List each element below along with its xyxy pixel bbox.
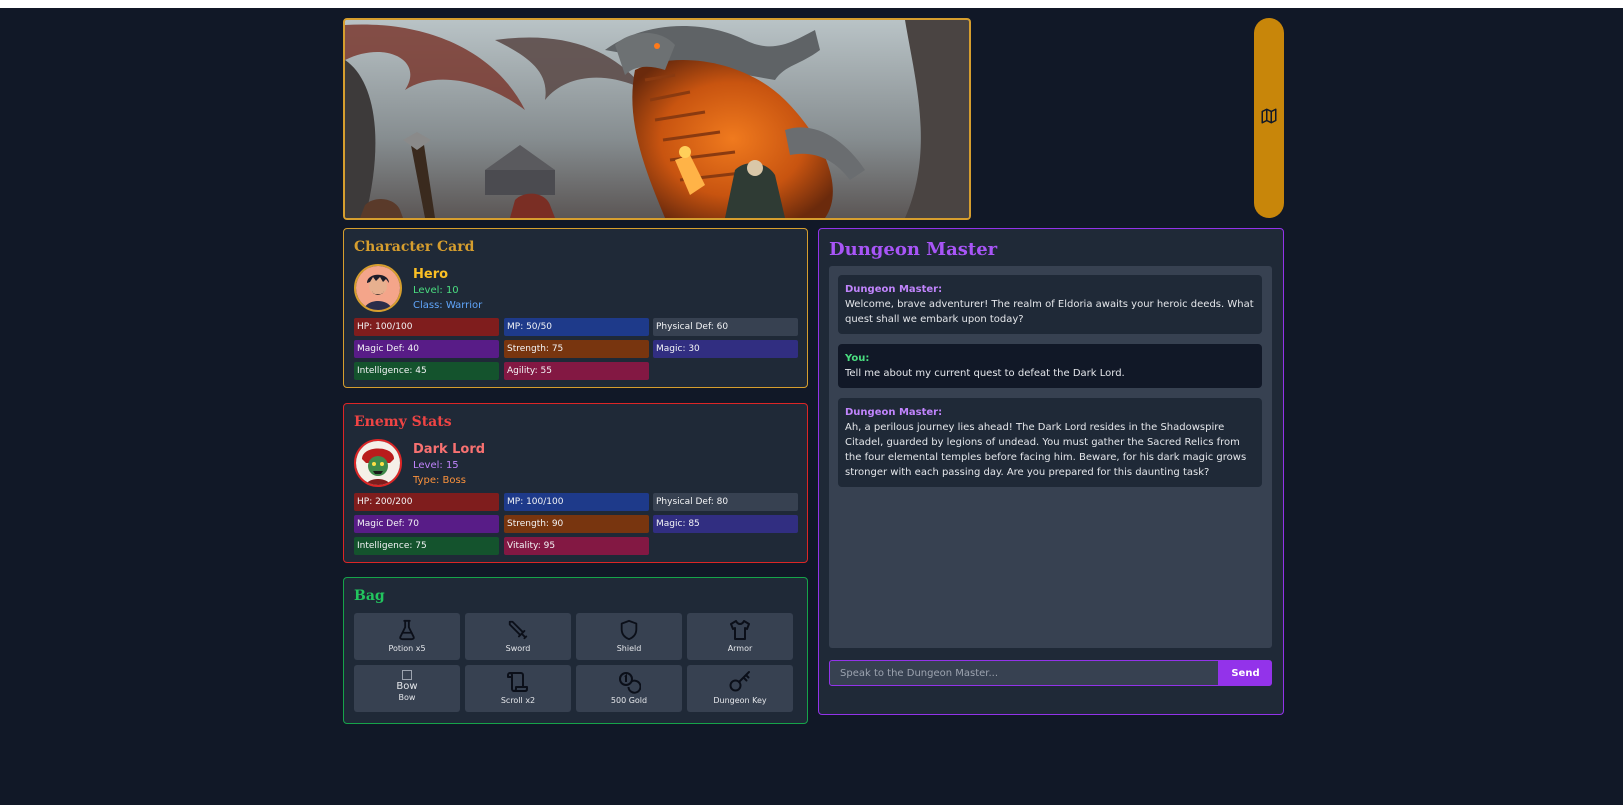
enemy-name: Dark Lord xyxy=(413,442,486,457)
enemy-stat-physical-def: Physical Def: 80 xyxy=(653,493,798,511)
bag-item-gold[interactable]: 500 Gold xyxy=(576,665,682,712)
enemy-stat-magic: Magic: 85 xyxy=(653,515,798,533)
hero-name: Hero xyxy=(413,267,449,282)
bag-item-potion[interactable]: Potion x5 xyxy=(354,613,460,660)
hero-class: Class: Warrior xyxy=(413,300,483,311)
hero-stat-strength: Strength: 75 xyxy=(504,340,649,358)
chat-speaker: Dungeon Master: xyxy=(845,284,943,295)
bag-panel: Bag Potion x5 Sword Shield Armor Bow Bow… xyxy=(343,577,808,724)
chat-speaker: You: xyxy=(845,353,870,364)
character-card-title: Character Card xyxy=(354,239,475,255)
hero-stat-hp: HP: 100/100 xyxy=(354,318,499,336)
chat-message: You: Tell me about my current quest to d… xyxy=(838,344,1262,388)
chat-log[interactable]: Dungeon Master: Welcome, brave adventure… xyxy=(829,266,1272,648)
key-icon xyxy=(728,669,752,695)
chat-message: Dungeon Master: Welcome, brave adventure… xyxy=(838,275,1262,334)
enemy-stat-strength: Strength: 90 xyxy=(504,515,649,533)
send-button[interactable]: Send xyxy=(1219,660,1272,686)
bag-item-shield[interactable]: Shield xyxy=(576,613,682,660)
map-button[interactable] xyxy=(1254,18,1284,218)
chat-text: Welcome, brave adventurer! The realm of … xyxy=(845,299,1254,325)
enemy-level: Level: 15 xyxy=(413,460,459,471)
bag-item-label: Bow xyxy=(398,693,416,702)
bag-item-label: Dungeon Key xyxy=(713,696,767,705)
bag-item-label: Scroll x2 xyxy=(500,696,536,705)
chat-speaker: Dungeon Master: xyxy=(845,407,943,418)
enemy-type: Type: Boss xyxy=(413,475,466,486)
enemy-stat-magic-def: Magic Def: 70 xyxy=(354,515,499,533)
sword-icon xyxy=(507,617,529,643)
chat-text: Tell me about my current quest to defeat… xyxy=(845,368,1125,379)
hero-stat-magic: Magic: 30 xyxy=(653,340,798,358)
chat-message: Dungeon Master: Ah, a perilous journey l… xyxy=(838,398,1262,487)
bag-item-label: Shield xyxy=(616,644,642,653)
broken-image-icon: Bow xyxy=(396,670,418,692)
shield-icon xyxy=(618,617,640,643)
hero-stat-physical-def: Physical Def: 60 xyxy=(653,318,798,336)
bag-item-label: Armor xyxy=(727,644,753,653)
chat-input[interactable] xyxy=(829,660,1219,686)
bag-item-armor[interactable]: Armor xyxy=(687,613,793,660)
enemy-stat-intelligence: Intelligence: 75 xyxy=(354,537,499,555)
dungeon-master-panel: Dungeon Master Dungeon Master: Welcome, … xyxy=(818,228,1284,715)
map-icon xyxy=(1260,107,1278,129)
dungeon-master-title: Dungeon Master xyxy=(829,239,998,260)
bag-item-bow[interactable]: Bow Bow xyxy=(354,665,460,712)
bow-image-alt: Bow xyxy=(396,681,418,692)
bag-item-key[interactable]: Dungeon Key xyxy=(687,665,793,712)
hero-stat-magic-def: Magic Def: 40 xyxy=(354,340,499,358)
enemy-stat-vitality: Vitality: 95 xyxy=(504,537,649,555)
enemy-stat-mp: MP: 100/100 xyxy=(504,493,649,511)
bag-item-label: Sword xyxy=(505,644,531,653)
hero-stat-mp: MP: 50/50 xyxy=(504,318,649,336)
bag-item-label: 500 Gold xyxy=(610,696,648,705)
enemy-stat-hp: HP: 200/200 xyxy=(354,493,499,511)
enemy-stats-title: Enemy Stats xyxy=(354,414,452,430)
character-card: Character Card Hero Level: 10 Class: War… xyxy=(343,228,808,388)
coins-icon xyxy=(617,669,641,695)
hero-level: Level: 10 xyxy=(413,285,459,296)
hero-stat-agility: Agility: 55 xyxy=(504,362,649,380)
hero-stat-intelligence: Intelligence: 45 xyxy=(354,362,499,380)
scroll-icon xyxy=(506,669,530,695)
bag-item-label: Potion x5 xyxy=(388,644,426,653)
hero-avatar xyxy=(354,264,402,312)
game-page: Character Card Hero Level: 10 Class: War… xyxy=(0,8,1623,805)
dragon-battle-banner xyxy=(343,18,971,220)
bag-item-sword[interactable]: Sword xyxy=(465,613,571,660)
bag-title: Bag xyxy=(354,588,385,604)
bag-item-scroll[interactable]: Scroll x2 xyxy=(465,665,571,712)
chat-text: Ah, a perilous journey lies ahead! The D… xyxy=(845,422,1247,478)
armor-icon xyxy=(728,617,752,643)
enemy-stats-card: Enemy Stats Dark Lord Level: 15 Type: Bo… xyxy=(343,403,808,563)
potion-icon xyxy=(396,617,418,643)
enemy-avatar xyxy=(354,439,402,487)
